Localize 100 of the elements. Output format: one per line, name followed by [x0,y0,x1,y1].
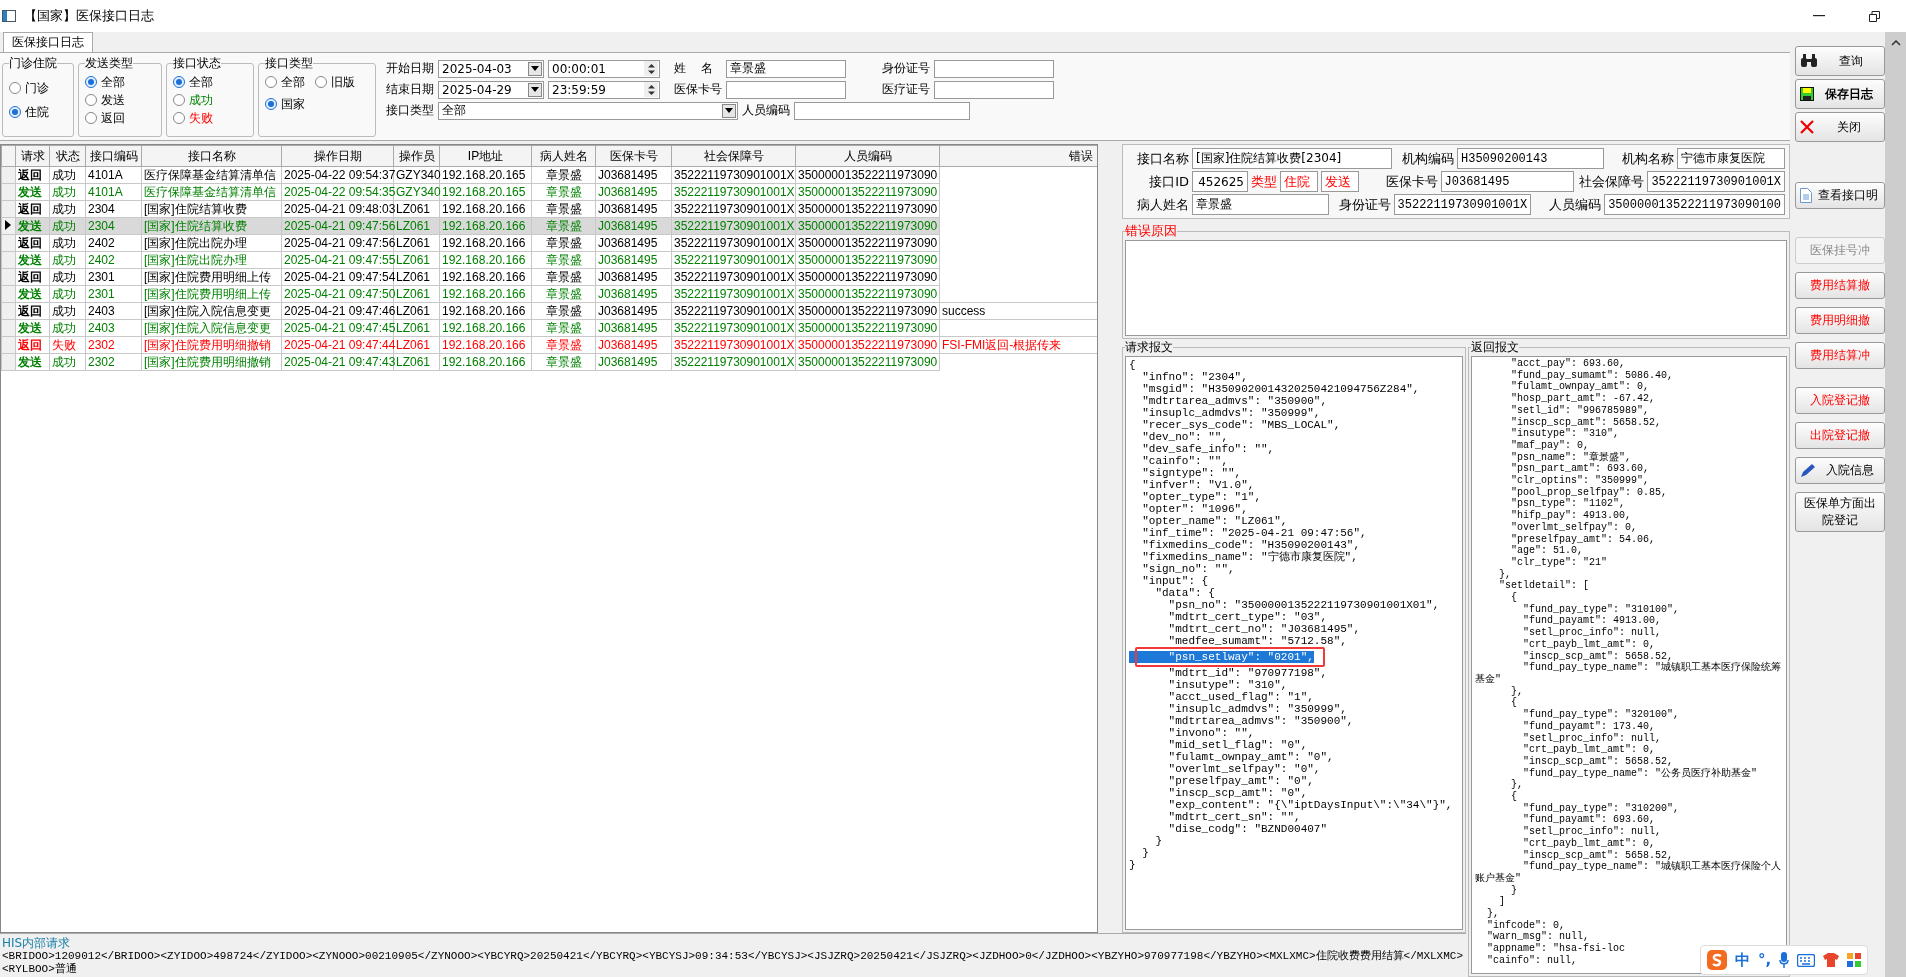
code-line: "setl_proc_info": null, [1522,732,1662,744]
action-button[interactable]: 查询 [1795,46,1885,76]
text-field[interactable]: [国家]住院结算收费[2304] [1192,148,1392,169]
table-row[interactable]: 返回 成功 4101A 医疗保障基金结算清单信 2025-04-22 09:54:37GZY340192.168.20.165 章景盛 J03681495 35222119730901001X 350000013522211973090 [1,166,1097,184]
dropdown-field[interactable]: 全部 [438,101,738,120]
action-button[interactable]: 保存日志 [1795,79,1885,109]
table-row[interactable]: 返回 成功 2301 [国家]住院费用明细上传 2025-04-21 09:47:54LZ061 192.168.20.166 章景盛 J03681495 35222119730901001X 350000013522211973090 [1,268,1097,286]
input-mode[interactable]: 中 [1735,950,1750,970]
radio-dot[interactable] [173,76,185,88]
text-field[interactable]: J03681495 [1440,171,1575,192]
radio-button[interactable]: 国家 [265,96,305,112]
table-row[interactable]: 返回 失败 2302 [国家]住院费用明细撤销 2025-04-21 09:47:44LZ061 192.168.20.166 章景盛 J03681495 35222119730901001X 350000013522211973090 FSI-FMI返回-根据传来 [1,336,1097,354]
table-row[interactable]: 发送 成功 2301 [国家]住院费用明细上传 2025-04-21 09:47:50LZ061 192.168.20.166 章景盛 J03681495 35222119730901001X 350000013522211973090 [1,285,1097,303]
radio-button[interactable]: 返回 [85,110,155,126]
text-field[interactable]: 发送 [1321,171,1359,192]
radio-dot[interactable] [85,94,97,106]
date-field[interactable]: 2025-04-29 [438,80,544,99]
text-field[interactable] [726,80,846,99]
punctuation-mode[interactable]: °, [1758,951,1772,969]
action-button[interactable]: 出院登记撤 [1795,422,1885,449]
text-field[interactable]: 35222119730901001X [1393,194,1532,215]
radio-dot[interactable] [9,82,21,94]
table-row[interactable]: 返回 成功 2403 [国家]住院入院信息变更 2025-04-21 09:47:46LZ061 192.168.20.166 章景盛 J03681495 35222119730901001X 350000013522211973090 success [1,302,1097,320]
radio-button[interactable]: 全部 [85,74,155,90]
column-header[interactable]: 接口编码 [85,145,142,167]
code-line: "opter": "1096", [1141,503,1248,515]
spin-button[interactable] [644,61,658,76]
radio-button[interactable]: 发送 [85,92,155,108]
radio-dot[interactable] [265,76,277,88]
action-button[interactable]: 医保单方面出院登记 [1795,492,1885,532]
table-row[interactable]: 发送 成功 2302 [国家]住院费用明细撤销 2025-04-21 09:47:43LZ061 192.168.20.166 章景盛 J03681495 35222119730901001X 350000013522211973090 [1,353,1097,371]
radio-button[interactable]: 住院 [9,104,67,120]
column-header[interactable]: 操作员 [393,145,440,167]
radio-dot[interactable] [315,76,327,88]
radio-dot[interactable] [85,76,97,88]
table-row[interactable]: 发送 成功 4101A 医疗保障基金结算清单信 2025-04-22 09:54:35GZY340192.168.20.165 章景盛 J03681495 35222119730901001X 350000013522211973090 [1,183,1097,201]
time-field[interactable]: 23:59:59 [548,80,660,99]
shirt-icon[interactable] [1823,953,1840,967]
table-cell: 350000013522211973090 [795,183,940,201]
time-field[interactable]: 00:00:01 [548,59,660,78]
column-header[interactable]: 接口名称 [141,145,282,167]
text-field[interactable]: H35090200143 [1457,148,1604,169]
microphone-icon[interactable] [1779,952,1790,968]
text-field[interactable] [934,80,1054,99]
radio-button[interactable]: 门诊 [9,80,67,96]
column-header[interactable]: 病人姓名 [531,145,596,167]
text-field[interactable]: 住院 [1280,171,1318,192]
column-header[interactable]: IP地址 [439,145,532,167]
text-field[interactable]: 章景盛 [1192,194,1329,215]
text-field[interactable]: 350000013522211973090100 [1604,194,1785,215]
grid-icon[interactable] [1847,953,1862,967]
action-button[interactable]: 费用明细撤 [1795,307,1885,334]
table-row[interactable]: 发送 成功 2402 [国家]住院出院办理 2025-04-21 09:47:55LZ061 192.168.20.166 章景盛 J03681495 35222119730901001X 350000013522211973090 [1,251,1097,269]
table-row[interactable]: 发送 成功 2403 [国家]住院入院信息变更 2025-04-21 09:47:45LZ061 192.168.20.166 章景盛 J03681495 35222119730901001X 350000013522211973090 [1,319,1097,337]
column-header[interactable]: 错误 [939,145,1097,167]
radio-button[interactable]: 旧版 [315,74,355,90]
column-header[interactable]: 操作日期 [281,145,394,167]
radio-dot[interactable] [9,106,21,118]
action-button[interactable]: 费用结算冲 [1795,342,1885,369]
action-button[interactable]: 入院登记撤 [1795,387,1885,414]
text-field[interactable]: 章景盛 [726,59,846,78]
radio-dot[interactable] [173,112,185,124]
action-button[interactable]: 入院信息 [1795,457,1885,484]
action-button[interactable]: 关闭 [1795,112,1885,142]
column-header[interactable]: 社会保障号 [671,145,796,167]
minimize-icon[interactable] [1813,15,1825,17]
radio-button[interactable]: 成功 [173,92,247,108]
table-cell: 章景盛 [531,234,596,252]
keyboard-icon[interactable] [1797,953,1816,967]
scroll-up-icon[interactable] [1890,40,1901,46]
column-header[interactable]: 状态 [49,145,86,167]
restore-icon[interactable] [1869,10,1880,22]
radio-button[interactable]: 全部 [265,74,305,90]
text-field[interactable] [934,59,1054,78]
tab[interactable]: 医保接口日志 [3,32,93,52]
radio-dot[interactable] [85,112,97,124]
table-cell: 2025-04-22 09:54:35 [281,183,394,201]
radio-dot[interactable] [265,98,277,110]
table-row[interactable]: 返回 成功 2402 [国家]住院出院办理 2025-04-21 09:47:56LZ061 192.168.20.166 章景盛 J03681495 35222119730901001X 350000013522211973090 [1,234,1097,252]
column-header[interactable]: 请求 [15,145,50,167]
dropdown-button[interactable] [528,82,542,97]
text-field[interactable]: 35222119730901001X [1647,171,1785,192]
text-field[interactable]: 452625 [1192,171,1248,192]
radio-button[interactable]: 全部 [173,74,247,90]
radio-button[interactable]: 失败 [173,110,247,126]
text-field[interactable] [794,101,970,120]
caret-icon [531,87,539,92]
date-field[interactable]: 2025-04-03 [438,59,544,78]
action-button[interactable]: 查看接口明 [1795,182,1885,209]
action-button[interactable]: 费用结算撤 [1795,272,1885,299]
radio-dot[interactable] [173,94,185,106]
table-row[interactable]: 返回 成功 2304 [国家]住院结算收费 2025-04-21 09:48:03LZ061 192.168.20.166 章景盛 J03681495 35222119730901001X 350000013522211973090 [1,200,1097,218]
scrollbar[interactable] [1885,32,1906,977]
column-header[interactable]: 医保卡号 [595,145,672,167]
error-text-area[interactable] [1125,240,1787,336]
dropdown-button[interactable] [722,103,736,118]
column-header[interactable]: 人员编码 [795,145,940,167]
dropdown-button[interactable] [528,61,542,76]
text-field[interactable]: 宁德市康复医院 [1677,148,1785,169]
spin-button[interactable] [644,82,658,97]
